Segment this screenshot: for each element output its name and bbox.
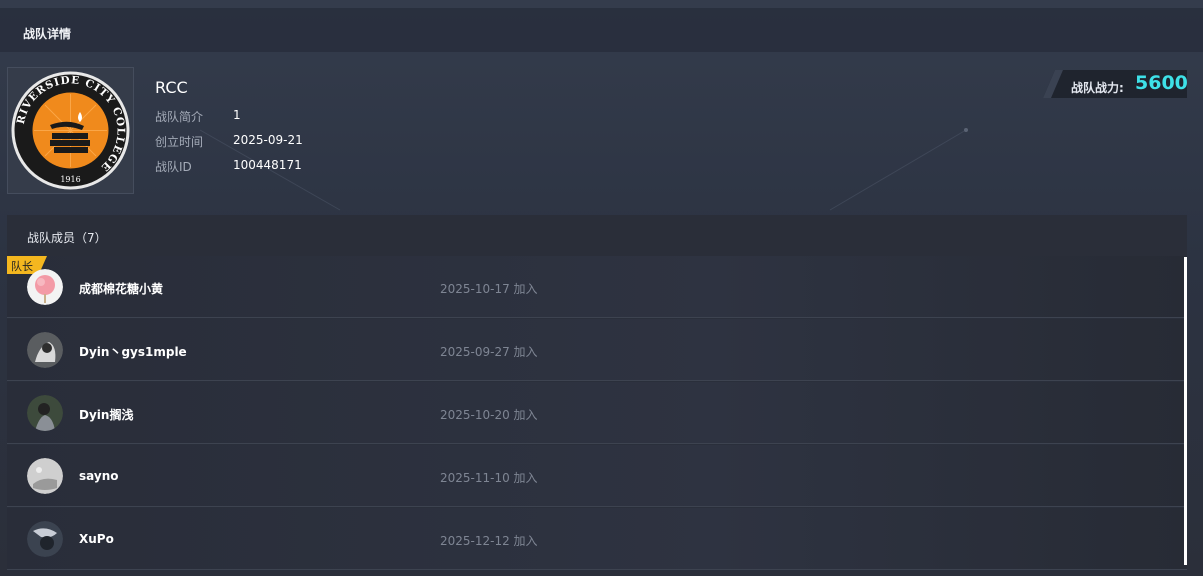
user-photo-avatar-icon[interactable] bbox=[27, 395, 63, 431]
member-name[interactable]: XuPo bbox=[79, 532, 114, 546]
team-intro-value: 1 bbox=[233, 108, 241, 122]
member-name[interactable]: 成都棉花糖小黄 bbox=[79, 280, 163, 297]
team-founded-label: 创立时间 bbox=[155, 135, 204, 149]
member-join-date: 2025-09-27 加入 bbox=[440, 345, 538, 359]
user-photo-avatar-icon[interactable] bbox=[27, 458, 63, 494]
cotton-candy-avatar-icon[interactable] bbox=[27, 269, 63, 305]
member-row[interactable]: XuPo 2025-12-12 加入 bbox=[7, 508, 1187, 570]
member-name[interactable]: Dyin丶gys1mple bbox=[79, 343, 187, 360]
member-name[interactable]: Dyin搁浅 bbox=[79, 406, 133, 423]
user-photo-avatar-icon[interactable] bbox=[27, 521, 63, 557]
team-id-value: 100448171 bbox=[233, 158, 302, 172]
team-founded-value: 2025-09-21 bbox=[233, 133, 303, 147]
member-name[interactable]: sayno bbox=[79, 469, 118, 483]
member-join-date: 2025-10-17 加入 bbox=[440, 282, 538, 296]
members-title: 战队成员（7） bbox=[27, 231, 107, 245]
member-join-date: 2025-12-12 加入 bbox=[440, 534, 538, 548]
logo-year: 1916 bbox=[60, 175, 80, 184]
member-row[interactable]: 队长 成都棉花糖小黄 2025-10-17 加入 bbox=[7, 256, 1187, 318]
team-id-label: 战队ID bbox=[155, 160, 192, 174]
member-join-date: 2025-10-20 加入 bbox=[440, 408, 538, 422]
members-scrollbar[interactable] bbox=[1184, 257, 1187, 565]
page-header-bar: 战队详情 bbox=[0, 8, 1203, 52]
captain-badge-label: 队长 bbox=[11, 260, 33, 273]
members-panel: 战队成员（7） 队长 成都棉花糖小黄 2025-10-17 加入 Dyin丶gy bbox=[7, 215, 1187, 571]
team-logo: RIVERSIDE CITY COLLEGE 1916 bbox=[7, 67, 134, 194]
member-row[interactable]: Dyin搁浅 2025-10-20 加入 bbox=[7, 382, 1187, 444]
team-power: 战队战力: 5600 bbox=[1043, 70, 1188, 98]
members-header: 战队成员（7） bbox=[7, 215, 1187, 257]
college-seal-icon: RIVERSIDE CITY COLLEGE 1916 bbox=[11, 71, 130, 190]
member-join-date: 2025-11-10 加入 bbox=[440, 471, 538, 485]
team-power-label: 战队战力: bbox=[1071, 81, 1124, 95]
member-row[interactable]: Dyin丶gys1mple 2025-09-27 加入 bbox=[7, 319, 1187, 381]
team-intro-label: 战队简介 bbox=[155, 110, 204, 124]
team-power-value: 5600 bbox=[1135, 72, 1188, 94]
team-name: RCC bbox=[155, 78, 188, 97]
member-row[interactable]: sayno 2025-11-10 加入 bbox=[7, 445, 1187, 507]
page-title: 战队详情 bbox=[23, 27, 72, 41]
user-photo-avatar-icon[interactable] bbox=[27, 332, 63, 368]
